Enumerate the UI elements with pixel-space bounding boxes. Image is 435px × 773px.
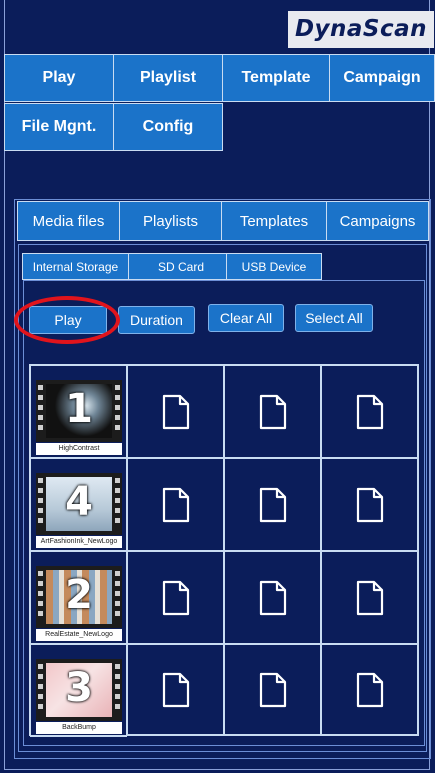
film-frame: 3 [36, 659, 122, 721]
media-number: 4 [65, 479, 93, 525]
select-all-button[interactable]: Select All [295, 304, 373, 332]
media-thumbnail[interactable]: 4 ArtFashionInk_NewLogo [36, 473, 122, 549]
tab-templates[interactable]: Templates [221, 201, 327, 241]
nav-play[interactable]: Play [4, 54, 114, 102]
duration-button[interactable]: Duration [118, 306, 195, 334]
film-frame: 1 [36, 380, 122, 442]
tab-playlists[interactable]: Playlists [119, 201, 222, 241]
empty-media-slot[interactable] [127, 644, 224, 735]
empty-media-slot[interactable] [127, 365, 224, 458]
empty-media-slot[interactable] [321, 365, 418, 458]
document-icon [356, 394, 383, 429]
empty-media-slot[interactable] [224, 458, 321, 551]
nav-campaign[interactable]: Campaign [329, 54, 435, 102]
media-thumbnail[interactable]: 3 BackBump [36, 659, 122, 735]
play-highlight-circle [14, 296, 120, 344]
nav-template[interactable]: Template [222, 54, 330, 102]
film-frame: 4 [36, 473, 122, 535]
film-frame: 2 [36, 566, 122, 628]
document-icon [356, 672, 383, 707]
media-cell[interactable]: 2 RealEstate_NewLogo [30, 551, 127, 644]
media-number: 1 [65, 386, 93, 432]
tab-campaigns[interactable]: Campaigns [326, 201, 429, 241]
empty-media-slot[interactable] [321, 458, 418, 551]
document-icon [162, 394, 189, 429]
media-cell[interactable]: 4 ArtFashionInk_NewLogo [30, 458, 127, 551]
empty-media-slot[interactable] [321, 644, 418, 735]
nav-file-management[interactable]: File Mgnt. [4, 103, 114, 151]
document-icon [356, 580, 383, 615]
document-icon [162, 580, 189, 615]
media-caption: ArtFashionInk_NewLogo [36, 536, 122, 548]
document-icon [356, 487, 383, 522]
tab-usb-device[interactable]: USB Device [226, 253, 322, 280]
media-caption: RealEstate_NewLogo [36, 629, 122, 641]
empty-media-slot[interactable] [127, 551, 224, 644]
media-caption: HighContrast [36, 443, 122, 455]
document-icon [259, 394, 286, 429]
media-thumbnail[interactable]: 1 HighContrast [36, 380, 122, 456]
document-icon [162, 672, 189, 707]
empty-media-slot[interactable] [224, 644, 321, 735]
document-icon [259, 487, 286, 522]
empty-media-slot[interactable] [224, 551, 321, 644]
document-icon [259, 672, 286, 707]
media-cell[interactable]: 3 BackBump [30, 644, 127, 737]
tab-media-files[interactable]: Media files [17, 201, 120, 241]
media-cell[interactable]: 1 HighContrast [30, 365, 127, 458]
empty-media-slot[interactable] [321, 551, 418, 644]
nav-playlist[interactable]: Playlist [113, 54, 223, 102]
nav-config[interactable]: Config [113, 103, 223, 151]
media-number: 3 [65, 665, 93, 711]
tab-sd-card[interactable]: SD Card [128, 253, 234, 280]
empty-media-slot[interactable] [224, 365, 321, 458]
media-thumbnail[interactable]: 2 RealEstate_NewLogo [36, 566, 122, 642]
media-number: 2 [65, 572, 93, 618]
empty-media-slot[interactable] [127, 458, 224, 551]
tab-internal-storage[interactable]: Internal Storage [22, 253, 129, 280]
document-icon [259, 580, 286, 615]
dynascan-logo: DynaScan [288, 11, 434, 48]
media-caption: BackBump [36, 722, 122, 734]
document-icon [162, 487, 189, 522]
clear-all-button[interactable]: Clear All [208, 304, 284, 332]
media-grid: 1 HighContrast 4 ArtFashionInk_NewLogo 2… [29, 364, 419, 737]
